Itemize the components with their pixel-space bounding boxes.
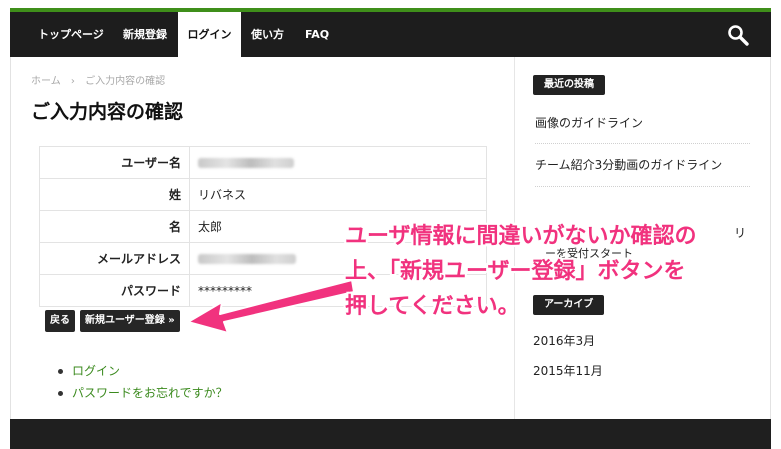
list-item: ログイン bbox=[58, 360, 228, 382]
row-label-firstname: 名 bbox=[39, 210, 190, 243]
nav-item-howto[interactable]: 使い方 bbox=[251, 12, 284, 57]
annotation-line-3: 押してください。 bbox=[345, 294, 520, 319]
archive-2016-03[interactable]: 2016年3月 bbox=[533, 332, 595, 349]
page-title: ご入力内容の確認 bbox=[31, 101, 184, 123]
breadcrumb: ホーム › ご入力内容の確認 bbox=[31, 72, 165, 87]
row-value-username bbox=[189, 146, 487, 179]
bullet-icon bbox=[58, 369, 63, 374]
recent-post-1[interactable]: 画像のガイドライン bbox=[535, 114, 643, 131]
nav-item-top[interactable]: トップページ bbox=[38, 12, 104, 57]
row-label-password: パスワード bbox=[39, 274, 190, 307]
table-row: 姓 リバネス bbox=[39, 178, 487, 211]
login-link[interactable]: ログイン bbox=[72, 364, 120, 378]
redacted-username bbox=[198, 158, 294, 168]
footer bbox=[10, 419, 771, 449]
breadcrumb-separator: › bbox=[70, 76, 75, 87]
breadcrumb-current: ご入力内容の確認 bbox=[85, 76, 166, 87]
recent-posts-title: 最近の投稿 bbox=[533, 75, 605, 95]
main-navigation: トップページ 新規登録 ログイン 使い方 FAQ bbox=[10, 12, 771, 59]
annotation-line-1: ユーザ情報に間違いがないか確認の bbox=[345, 224, 697, 249]
annotation-line-2: 上、「新規ユーザー登録」ボタンを bbox=[345, 259, 686, 284]
row-label-username: ユーザー名 bbox=[39, 146, 190, 179]
recent-post-2[interactable]: チーム紹介3分動画のガイドライン bbox=[535, 156, 722, 173]
row-label-lastname: 姓 bbox=[39, 178, 190, 211]
forgot-password-link[interactable]: パスワードをお忘れですか？ bbox=[72, 386, 228, 400]
table-row: ユーザー名 bbox=[39, 146, 487, 179]
search-icon[interactable] bbox=[727, 24, 749, 46]
breadcrumb-home[interactable]: ホーム bbox=[31, 76, 61, 87]
annotation-callout: ユーザ情報に間違いがないか確認の 上、「新規ユーザー登録」ボタンを 押してくださ… bbox=[345, 219, 697, 324]
recent-post-3-partial[interactable]: リ bbox=[734, 224, 746, 241]
list-item: パスワードをお忘れですか？ bbox=[58, 382, 228, 404]
nav-item-faq[interactable]: FAQ bbox=[305, 12, 329, 57]
nav-item-login[interactable]: ログイン bbox=[178, 12, 241, 59]
redacted-email bbox=[198, 254, 296, 264]
nav-item-register[interactable]: 新規登録 bbox=[123, 12, 167, 57]
row-label-email: メールアドレス bbox=[39, 242, 190, 275]
bullet-icon bbox=[58, 391, 63, 396]
content-frame-right bbox=[770, 57, 771, 419]
register-user-button[interactable]: 新規ユーザー登録 » bbox=[80, 310, 180, 332]
archive-2015-11[interactable]: 2015年11月 bbox=[533, 362, 603, 379]
account-links: ログイン パスワードをお忘れですか？ bbox=[58, 360, 228, 404]
content-frame-left bbox=[10, 57, 11, 419]
divider bbox=[535, 143, 750, 144]
row-value-lastname: リバネス bbox=[189, 178, 487, 211]
back-button[interactable]: 戻る bbox=[45, 310, 75, 332]
annotation-arrow-icon bbox=[187, 279, 355, 334]
divider bbox=[535, 186, 750, 187]
